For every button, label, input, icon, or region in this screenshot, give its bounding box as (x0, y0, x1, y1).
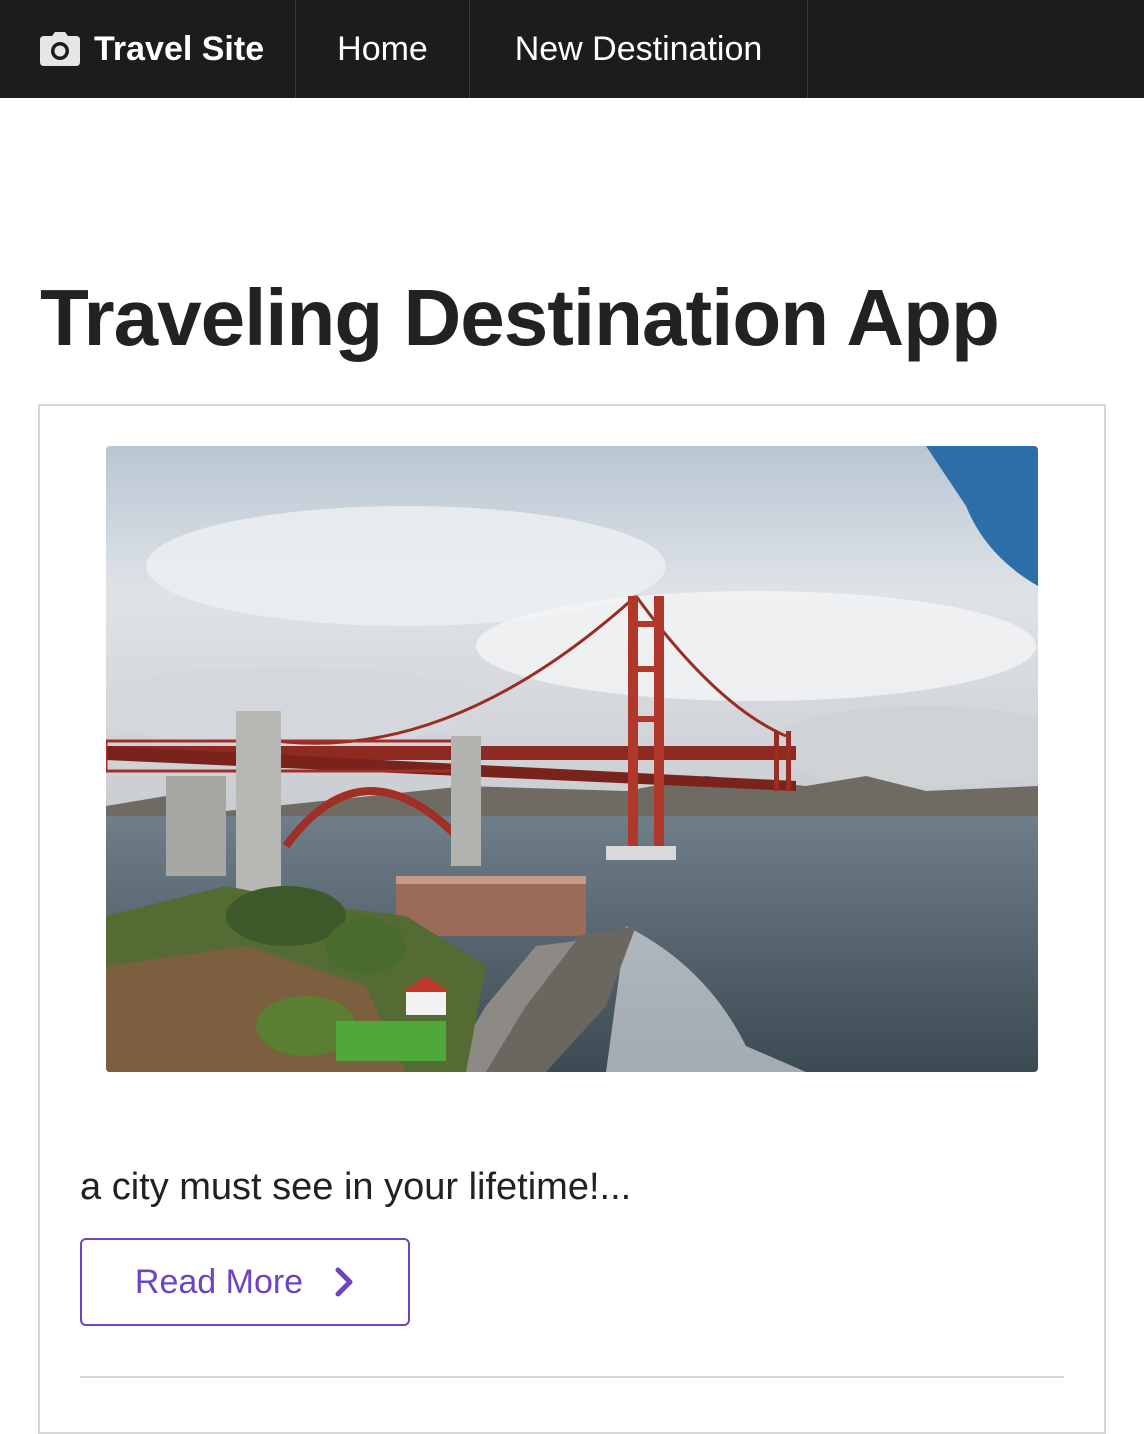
read-more-label: Read More (134, 1262, 304, 1301)
chevron-right-icon (335, 1267, 353, 1297)
nav-item-new-destination-label: New Destination (514, 29, 763, 68)
brand-label: Travel Site (94, 29, 265, 68)
page-title: Traveling Destination App (40, 273, 1000, 362)
camera-icon (40, 32, 80, 66)
card-divider (80, 1376, 1064, 1378)
nav-item-home[interactable]: Home (296, 0, 470, 98)
destination-card: a city must see in your lifetime!... Rea… (38, 404, 1106, 1434)
top-navbar: Travel Site Home New Destination (0, 0, 1144, 98)
read-more-button[interactable]: Read More (80, 1238, 410, 1326)
nav-item-new-destination[interactable]: New Destination (470, 0, 808, 98)
destination-image (106, 446, 1038, 1072)
nav-item-home-label: Home (337, 29, 428, 68)
destination-description: a city must see in your lifetime!... (80, 1166, 632, 1208)
brand-link[interactable]: Travel Site (0, 0, 296, 98)
